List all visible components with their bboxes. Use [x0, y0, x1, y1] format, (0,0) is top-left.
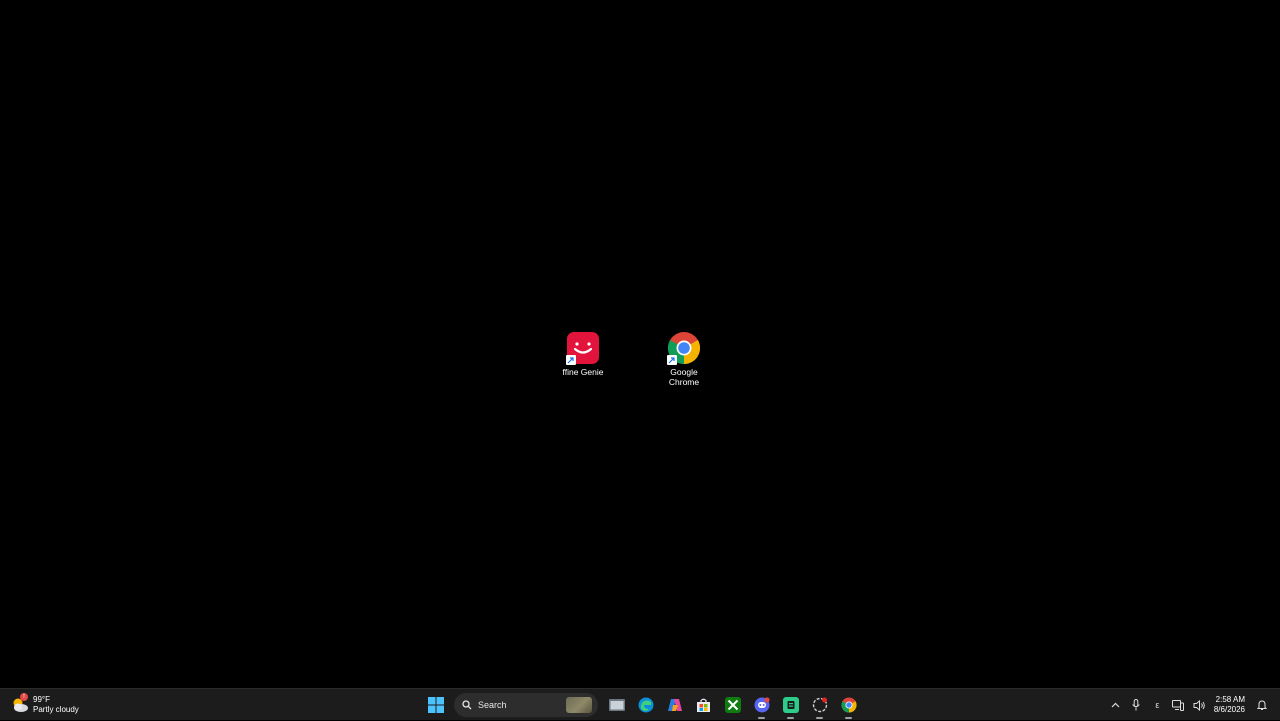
search-icon [462, 700, 472, 710]
network-icon [1172, 699, 1185, 711]
microphone-icon [1132, 699, 1141, 711]
green-app-icon [782, 697, 799, 713]
microsoft-store-icon [697, 698, 710, 712]
tray-microphone[interactable] [1126, 691, 1147, 719]
tray-notifications[interactable] [1251, 691, 1272, 719]
desktop-icon-google-chrome[interactable]: Google Chrome [647, 331, 721, 387]
weather-temperature: 99°F [33, 695, 50, 704]
notification-icon [1256, 699, 1267, 710]
recorder-icon [812, 697, 827, 713]
discord-icon [754, 697, 770, 713]
search-label: Search [478, 700, 507, 710]
taskbar-xbox[interactable] [719, 691, 746, 719]
weather-widget[interactable]: ! 99°F Partly cloudy [10, 692, 79, 718]
clock-time: 2:58 AM [1215, 695, 1245, 704]
taskbar-green-app[interactable] [777, 691, 804, 719]
copilot-icon [667, 699, 682, 711]
clock-date: 8/6/2026 [1213, 705, 1245, 714]
system-tray: ε 2:58 AM 8/6/2026 [1105, 689, 1272, 721]
taskbar-recorder[interactable] [806, 691, 833, 719]
windows-start-icon [427, 697, 444, 713]
shortcut-arrow-icon [566, 355, 576, 365]
taskbar-microsoft-store[interactable] [690, 691, 717, 719]
tray-volume[interactable] [1189, 691, 1210, 719]
xbox-icon [724, 697, 741, 713]
taskbar-edge[interactable] [632, 691, 659, 719]
desktop: ffine Genie Google Chrome [0, 0, 1280, 688]
partly-cloudy-icon: ! [10, 693, 30, 715]
file-explorer-icon [608, 699, 625, 711]
taskbar: ! 99°F Partly cloudy Search ε 2:58 AM 8/… [0, 688, 1280, 720]
language-indicator: ε [1155, 700, 1160, 710]
taskbar-copilot[interactable] [661, 691, 688, 719]
chrome-icon [840, 697, 857, 713]
tray-language[interactable]: ε [1147, 691, 1168, 719]
chevron-up-icon [1111, 702, 1120, 708]
weather-condition: Partly cloudy [33, 705, 79, 714]
search-highlight-image [566, 697, 592, 713]
desktop-icon-label: ffine Genie [562, 367, 604, 377]
weather-alert-badge: ! [20, 693, 28, 701]
taskbar-clock[interactable]: 2:58 AM 8/6/2026 [1214, 695, 1245, 715]
chrome-icon [667, 331, 701, 365]
taskbar-apps: Search [421, 689, 863, 721]
search-box[interactable]: Search [454, 693, 598, 717]
tray-overflow-button[interactable] [1105, 691, 1126, 719]
taskbar-discord[interactable] [748, 691, 775, 719]
edge-icon [638, 697, 653, 713]
taskbar-file-explorer[interactable] [603, 691, 630, 719]
tray-network[interactable] [1168, 691, 1189, 719]
volume-icon [1193, 699, 1205, 711]
taskbar-chrome[interactable] [835, 691, 862, 719]
desktop-icon-label: Google Chrome [668, 367, 700, 387]
desktop-icon-fifine-genie[interactable]: ffine Genie [546, 331, 620, 377]
start-button[interactable] [422, 691, 449, 719]
shortcut-arrow-icon [667, 355, 677, 365]
fifine-genie-icon [566, 331, 600, 365]
